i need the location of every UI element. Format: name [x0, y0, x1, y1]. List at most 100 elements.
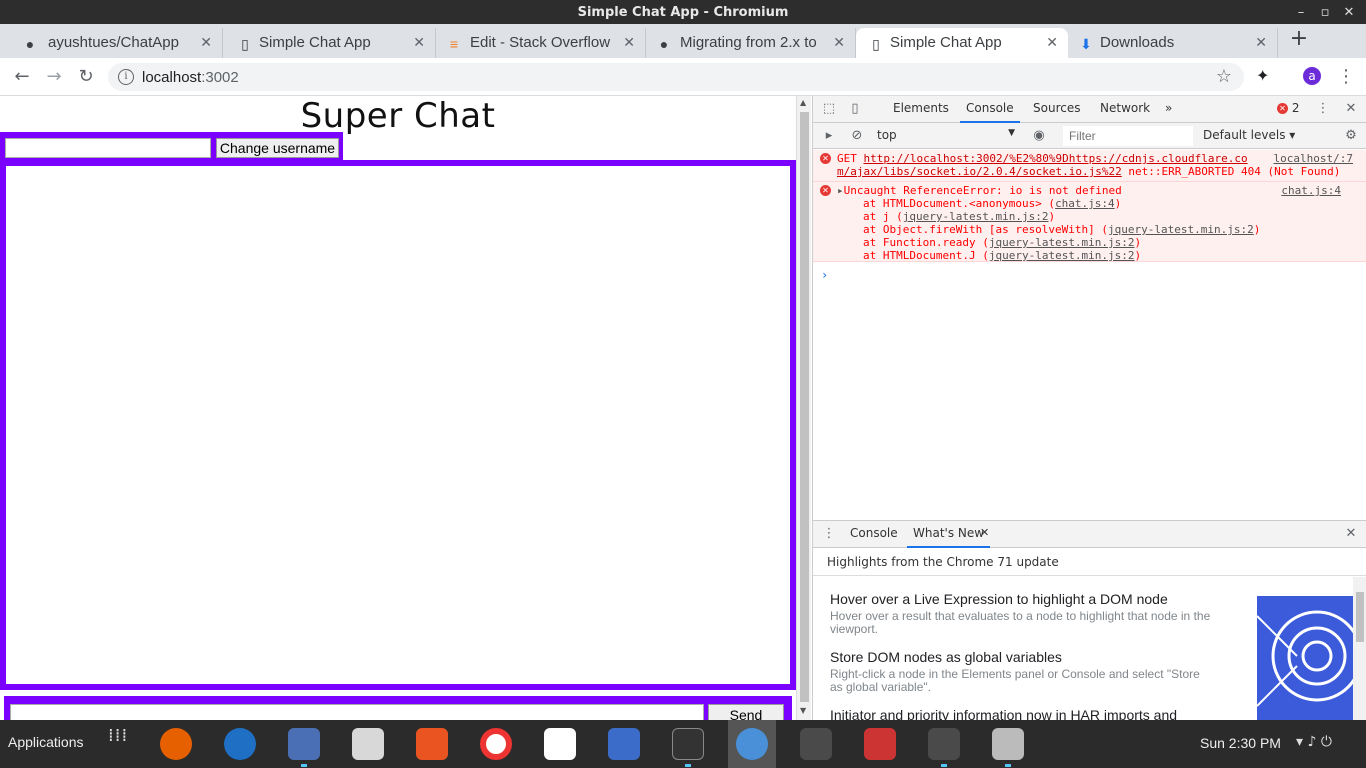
device-toolbar-icon[interactable]: ▯	[847, 101, 863, 117]
console-settings-icon[interactable]: ⚙	[1343, 128, 1359, 144]
expand-triangle-icon[interactable]: ▸	[837, 184, 844, 197]
running-indicator	[301, 764, 307, 767]
terminal-icon[interactable]	[672, 728, 704, 760]
error-counter[interactable]: ✕ 2	[1277, 101, 1299, 115]
tab-console[interactable]: Console	[960, 101, 1020, 123]
change-username-button[interactable]: Change username	[216, 138, 339, 158]
error-url-link[interactable]: http://localhost:3002/%E2%80%9Dhttps://c…	[864, 152, 1248, 165]
stack-link[interactable]: jquery-latest.min.js:2	[1108, 223, 1254, 236]
tab-close-icon[interactable]: ✕	[1046, 34, 1058, 51]
devtools-tabbar: ⬚ ▯ Elements Console Sources Network » ✕…	[813, 96, 1366, 123]
page-scrollbar[interactable]: ▲ ▼	[796, 96, 811, 720]
software-center-icon[interactable]	[416, 728, 448, 760]
scroll-up-icon[interactable]: ▲	[800, 98, 806, 107]
log-levels-select[interactable]: Default levels ▾	[1203, 128, 1295, 142]
context-select[interactable]: top ▼	[877, 128, 1015, 142]
browser-menu-icon[interactable]: ⋮	[1337, 66, 1355, 87]
clear-console-icon[interactable]: ⊘	[849, 128, 865, 144]
stack-link[interactable]: jquery-latest.min.js:2	[989, 236, 1135, 249]
tab-elements[interactable]: Elements	[893, 101, 949, 115]
scroll-down-icon[interactable]: ▼	[800, 706, 806, 715]
back-button[interactable]: ←	[10, 66, 34, 88]
error-line: m/ajax/libs/socket.io/2.0.4/socket.io.js…	[837, 165, 1366, 178]
username-input[interactable]	[5, 138, 211, 158]
extension-icon[interactable]: ✦	[1256, 66, 1269, 85]
stack-link[interactable]: chat.js:4	[1055, 197, 1115, 210]
more-tabs-icon[interactable]: »	[1165, 101, 1172, 115]
close-tab-icon[interactable]: ✕	[980, 526, 989, 539]
stack-link[interactable]: jquery-latest.min.js:2	[903, 210, 1049, 223]
scrollbar-thumb[interactable]	[1356, 592, 1364, 642]
firefox-icon[interactable]	[160, 728, 192, 760]
console-filter-input[interactable]	[1063, 126, 1193, 146]
eye-icon[interactable]: ◉	[1031, 128, 1047, 144]
help-icon[interactable]	[480, 728, 512, 760]
tab-close-icon[interactable]: ✕	[413, 34, 425, 51]
devtools-close-icon[interactable]: ✕	[1343, 101, 1359, 117]
console-prompt[interactable]: ›	[821, 268, 828, 282]
tab-close-icon[interactable]: ✕	[833, 34, 845, 51]
drawer-close-icon[interactable]: ✕	[1343, 526, 1359, 542]
sidebar-toggle-icon[interactable]: ▸	[821, 128, 837, 144]
tab-sources[interactable]: Sources	[1033, 101, 1080, 115]
applications-menu[interactable]: Applications	[8, 734, 84, 750]
files-icon[interactable]	[288, 728, 320, 760]
power-icon[interactable]: ⏻	[1321, 734, 1332, 750]
stack-link[interactable]: jquery-latest.min.js:2	[989, 249, 1135, 262]
writer-icon[interactable]	[608, 728, 640, 760]
browser-tab[interactable]: ▯ Simple Chat App ✕	[223, 28, 436, 58]
minimize-icon[interactable]: –	[1292, 5, 1310, 20]
forward-button[interactable]: →	[42, 66, 66, 88]
wifi-icon[interactable]: ▾	[1296, 734, 1303, 750]
browser-tab[interactable]: ● Migrating from 2.x to ✕	[646, 28, 856, 58]
printer-icon[interactable]	[992, 728, 1024, 760]
browser-tab[interactable]: ● ayushtues/ChatApp ✕	[0, 28, 223, 58]
tab-label: Edit - Stack Overflow	[470, 34, 611, 51]
send-button[interactable]: Send	[708, 704, 784, 720]
sublime-text-icon[interactable]	[800, 728, 832, 760]
drawer-menu-icon[interactable]: ⋮	[821, 526, 837, 542]
info-icon[interactable]: i	[118, 69, 134, 85]
browser-tab[interactable]: ⬇ Downloads ✕	[1068, 28, 1278, 58]
drawer-tab-whats-new[interactable]: What's New	[906, 526, 991, 548]
error-url-link[interactable]: m/ajax/libs/socket.io/2.0.4/socket.io.js…	[837, 165, 1122, 178]
new-tab-button[interactable]: +	[1288, 28, 1310, 50]
app-grid-icon[interactable]: ⁞⁞⁞	[108, 727, 128, 745]
maximize-icon[interactable]: ▫	[1316, 5, 1334, 20]
reload-button[interactable]: ↻	[74, 66, 98, 88]
devtools-panel: ⬚ ▯ Elements Console Sources Network » ✕…	[812, 96, 1366, 723]
stack-line: at j (jquery-latest.min.js:2)	[837, 210, 1366, 223]
sublime-text-icon[interactable]	[928, 728, 960, 760]
tab-close-icon[interactable]: ✕	[1255, 34, 1267, 51]
bookmark-star-icon[interactable]: ☆	[1216, 66, 1232, 87]
tab-close-icon[interactable]: ✕	[623, 34, 635, 51]
tab-network[interactable]: Network	[1100, 101, 1150, 115]
url-text[interactable]: localhost:3002	[142, 69, 239, 86]
avatar[interactable]: a	[1303, 67, 1321, 85]
rhythmbox-icon[interactable]	[352, 728, 384, 760]
devtools-menu-icon[interactable]: ⋮	[1315, 101, 1331, 117]
message-input[interactable]	[10, 704, 704, 720]
stack-text: at Function.ready (	[863, 236, 989, 249]
amazon-icon[interactable]	[544, 728, 576, 760]
drawer-tab-console[interactable]: Console	[850, 526, 898, 540]
error-source-link[interactable]: chat.js:4	[1281, 184, 1341, 197]
drawer-scrollbar[interactable]	[1353, 577, 1366, 721]
close-window-icon[interactable]: ✕	[1340, 5, 1358, 20]
inspect-icon[interactable]: ⬚	[821, 101, 837, 117]
address-bar[interactable]: i localhost:3002 ☆	[108, 63, 1244, 91]
whats-new-item-title[interactable]: Store DOM nodes as global variables	[830, 649, 1062, 665]
browser-tab-active[interactable]: ▯ Simple Chat App ✕	[856, 28, 1068, 58]
error-source-link[interactable]: localhost/:7	[1274, 152, 1353, 165]
whats-new-item-title[interactable]: Hover over a Live Expression to highligh…	[830, 591, 1168, 607]
tab-close-icon[interactable]: ✕	[200, 34, 212, 51]
volume-icon[interactable]: ♪	[1307, 734, 1316, 750]
scrollbar-thumb[interactable]	[800, 112, 809, 702]
chromium-logo-icon	[736, 728, 768, 760]
thunderbird-icon[interactable]	[224, 728, 256, 760]
clock[interactable]: Sun 2:30 PM	[1200, 735, 1281, 751]
browser-tab[interactable]: ≡ Edit - Stack Overflow ✕	[436, 28, 646, 58]
office-suite-icon[interactable]	[864, 728, 896, 760]
system-tray[interactable]: ▾ ♪ ⏻	[1296, 734, 1332, 750]
stackoverflow-icon: ≡	[449, 36, 459, 52]
